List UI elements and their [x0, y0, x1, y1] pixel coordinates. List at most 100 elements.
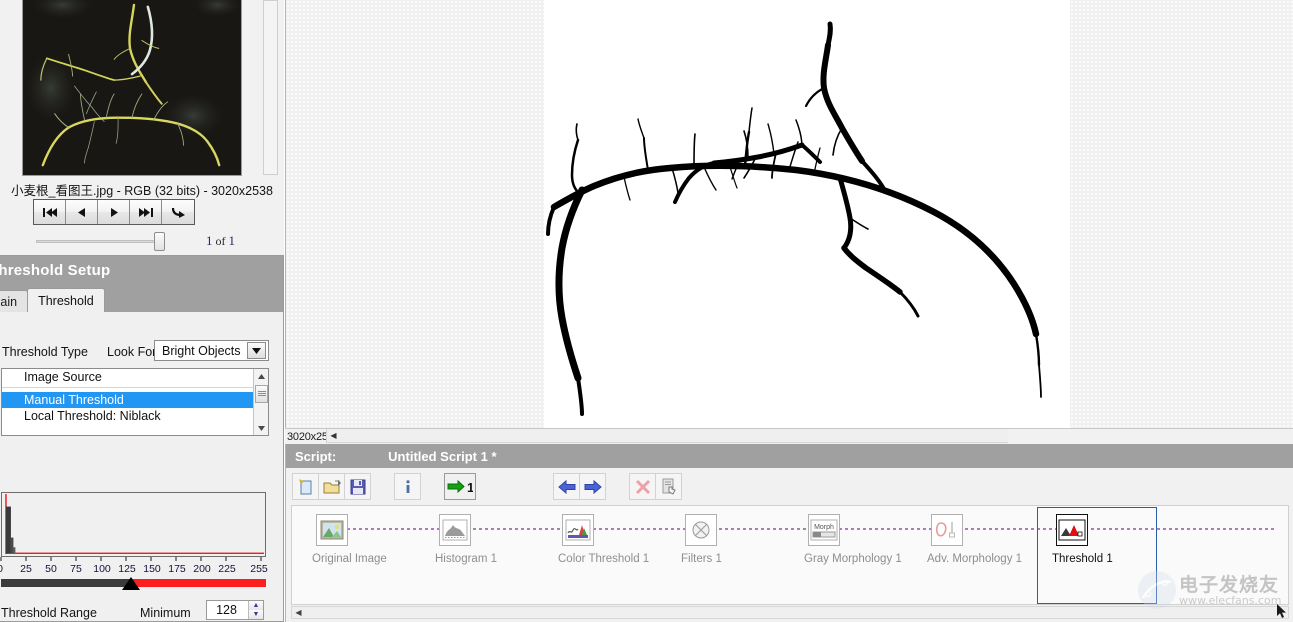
- source-image-thumbnail[interactable]: [22, 0, 242, 176]
- look-for-dropdown[interactable]: Bright Objects: [154, 340, 269, 361]
- step-back-button[interactable]: [553, 473, 580, 500]
- image-index-slider[interactable]: 1 of 1: [36, 232, 281, 252]
- scroll-down-arrow-icon[interactable]: [254, 421, 268, 435]
- tab-threshold[interactable]: Threshold: [27, 288, 105, 312]
- delete-step-button: [629, 473, 656, 500]
- node-label: Histogram 1: [435, 553, 497, 565]
- histogram-axis: 0 25 50 75 100 125 150 175 200 225 255: [0, 557, 275, 575]
- script-node-gray-morphology[interactable]: Morph Gray Morphology 1: [804, 514, 902, 565]
- image-viewer[interactable]: [285, 0, 1293, 428]
- dialog-body: Threshold Type Look For Bright Objects I…: [0, 312, 283, 621]
- nav-next-button[interactable]: [98, 200, 130, 224]
- script-node-threshold[interactable]: Threshold 1: [1052, 514, 1113, 565]
- open-script-button[interactable]: [318, 473, 345, 500]
- page-total: 1: [228, 233, 236, 248]
- spinner-buttons[interactable]: ▲ ▼: [248, 601, 263, 619]
- node-label: Adv. Morphology 1: [927, 553, 1023, 565]
- list-item-image-source[interactable]: Image Source: [2, 369, 268, 385]
- mouse-cursor: [1277, 604, 1288, 622]
- nav-first-button[interactable]: [34, 200, 66, 224]
- script-info-button[interactable]: [394, 473, 421, 500]
- list-item-manual-threshold[interactable]: Manual Threshold: [2, 392, 268, 408]
- dialog-tabstrip[interactable]: Main Threshold: [0, 288, 283, 312]
- save-script-button[interactable]: [344, 473, 371, 500]
- node-label: Threshold 1: [1052, 553, 1113, 565]
- look-for-value: Bright Objects: [162, 343, 241, 358]
- threshold-range-label: Threshold Range: [1, 606, 97, 620]
- script-label: Script:: [295, 448, 337, 464]
- histogram-icon: [439, 514, 471, 546]
- node-label: Original Image: [312, 553, 387, 565]
- image-file-caption: 小麦根_看图王.jpg - RGB (32 bits) - 3020x2538: [11, 184, 273, 198]
- node-label: Filters 1: [681, 553, 722, 565]
- script-header: Script: Untitled Script 1 *: [286, 444, 1293, 468]
- spinner-up-icon[interactable]: ▲: [249, 601, 263, 610]
- svg-text:75: 75: [70, 563, 82, 575]
- tab-main[interactable]: Main: [0, 290, 29, 312]
- script-node-color-threshold[interactable]: Color Threshold 1: [558, 514, 649, 565]
- picture-icon: [316, 514, 348, 546]
- script-pipeline-canvas[interactable]: Original Image Histogram 1 Color Thresho…: [291, 505, 1289, 605]
- spinner-down-icon[interactable]: ▼: [249, 610, 263, 619]
- list-item-local-threshold-niblack[interactable]: Local Threshold: Niblack: [2, 408, 268, 424]
- threshold-histogram[interactable]: [1, 492, 266, 557]
- look-for-label: Look For: [107, 345, 157, 359]
- step-forward-button[interactable]: [579, 473, 606, 500]
- adv-morph-icon: [931, 514, 963, 546]
- svg-text:255: 255: [250, 563, 268, 575]
- minimum-spinner[interactable]: 128 ▲ ▼: [206, 600, 264, 620]
- threshold-range-slider[interactable]: [1, 577, 266, 590]
- threshold-type-listbox[interactable]: Image Source Manual Threshold Local Thre…: [1, 368, 269, 436]
- run-once-button[interactable]: 1: [444, 473, 476, 500]
- thumbnail-vertical-scrollbar[interactable]: [263, 0, 278, 175]
- script-node-filters[interactable]: Filters 1: [681, 514, 722, 565]
- script-horizontal-scrollbar[interactable]: ◀: [291, 606, 1289, 619]
- slider-track: [36, 240, 162, 243]
- image-navigation-buttons[interactable]: [33, 199, 195, 225]
- scroll-left-arrow-icon[interactable]: ◀: [328, 430, 339, 441]
- scroll-grip: [257, 391, 266, 397]
- page-of-label: of: [215, 234, 226, 248]
- listbox-scrollbar[interactable]: [253, 369, 268, 435]
- svg-text:Morph: Morph: [814, 524, 834, 531]
- script-node-histogram[interactable]: Histogram 1: [435, 514, 497, 565]
- binary-threshold-image[interactable]: [544, 0, 1070, 428]
- svg-text:25: 25: [20, 563, 32, 575]
- script-scroll-left-arrow-icon[interactable]: ◀: [293, 607, 304, 618]
- script-toolbar[interactable]: 1: [286, 468, 1293, 505]
- scroll-up-arrow-icon[interactable]: [254, 369, 268, 383]
- script-name: Untitled Script 1 *: [388, 448, 497, 464]
- svg-text:225: 225: [218, 563, 236, 575]
- color-threshold-icon: [562, 514, 594, 546]
- filter-circle-icon: [685, 514, 717, 546]
- image-browser-panel: 小麦根_看图王.jpg - RGB (32 bits) - 3020x2538: [0, 0, 284, 255]
- listbox-scroll-thumb[interactable]: [255, 385, 268, 403]
- morph-icon: Morph: [808, 514, 840, 546]
- list-separator: [2, 387, 268, 388]
- svg-text:175: 175: [168, 563, 186, 575]
- viewer-horizontal-scrollbar[interactable]: ◀: [326, 429, 1008, 443]
- nav-revert-button[interactable]: [162, 200, 194, 224]
- nav-last-button[interactable]: [130, 200, 162, 224]
- script-node-adv-morphology[interactable]: Adv. Morphology 1: [927, 514, 1022, 565]
- range-above-threshold: [129, 579, 266, 587]
- threshold-icon: [1056, 514, 1088, 546]
- svg-text:0: 0: [0, 563, 3, 575]
- chevron-down-icon[interactable]: [247, 342, 266, 359]
- range-below-threshold: [1, 579, 129, 587]
- script-panel: Script: Untitled Script 1 * 1 Original I…: [285, 444, 1293, 622]
- svg-text:100: 100: [93, 563, 111, 575]
- svg-text:150: 150: [143, 563, 161, 575]
- svg-text:125: 125: [118, 563, 136, 575]
- dialog-titlebar: Threshold Setup Main Threshold: [0, 256, 283, 312]
- minimum-label: Minimum: [140, 606, 191, 620]
- new-script-button[interactable]: [292, 473, 319, 500]
- svg-text:50: 50: [45, 563, 57, 575]
- script-node-original-image[interactable]: Original Image: [312, 514, 387, 565]
- tab-threshold-label: Threshold: [38, 293, 94, 308]
- slider-thumb[interactable]: [154, 232, 165, 251]
- minimum-value[interactable]: 128: [207, 603, 248, 617]
- threshold-marker-handle[interactable]: [122, 577, 140, 590]
- nav-previous-button[interactable]: [66, 200, 98, 224]
- threshold-setup-dialog[interactable]: Threshold Setup Main Threshold Threshold…: [0, 255, 284, 622]
